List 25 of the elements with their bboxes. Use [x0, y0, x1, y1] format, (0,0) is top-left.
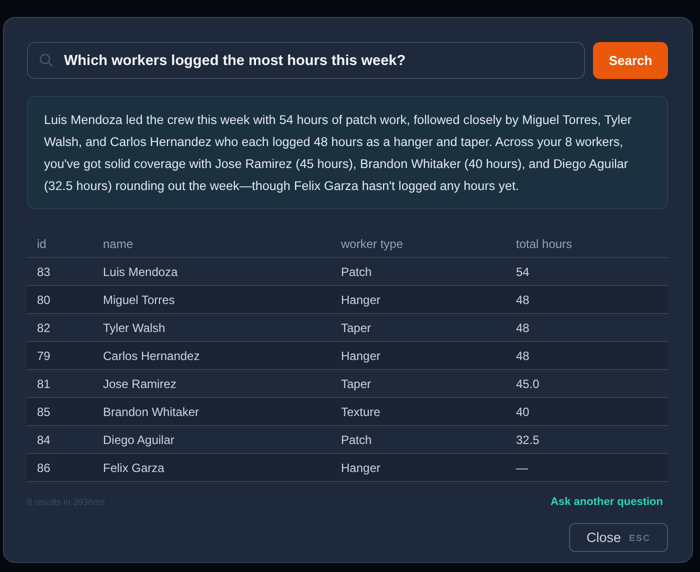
- table-cell: Hanger: [331, 454, 506, 482]
- table-cell: Texture: [331, 398, 506, 426]
- column-header: total hours: [506, 229, 668, 258]
- table-cell: Carlos Hernandez: [93, 342, 331, 370]
- table-cell: 48: [506, 342, 668, 370]
- answer-text: Luis Mendoza led the crew this week with 54 hours of patch work, followed closely by Miguel Torres, Tyler Walsh, and Carlos Hernandez who each logged 48 hours as a hanger and taper. Across your 8 workers, you've got solid coverage with Jose Ramirez (45 hours), Brandon Whitaker (40 hours), and Diego Aguilar (32.5 hours) rounding out the week—though Felix Garza hasn't logged any hours yet.: [44, 112, 633, 195]
- column-header: name: [93, 229, 331, 258]
- table-cell: 79: [27, 342, 93, 370]
- close-button[interactable]: Close ESC: [569, 523, 668, 552]
- table-cell: —: [506, 454, 668, 482]
- search-button[interactable]: Search: [593, 42, 668, 79]
- search-field[interactable]: Which workers logged the most hours this week?: [27, 42, 585, 79]
- table-cell: 80: [27, 286, 93, 314]
- table-cell: 86: [27, 454, 93, 482]
- ask-another-link[interactable]: Ask another question: [550, 496, 663, 508]
- table-cell: 85: [27, 398, 93, 426]
- table-cell: Hanger: [331, 286, 506, 314]
- column-header: worker type: [331, 229, 506, 258]
- table-cell: 40: [506, 398, 668, 426]
- table-cell: Miguel Torres: [93, 286, 331, 314]
- table-cell: Hanger: [331, 342, 506, 370]
- table-cell: 48: [506, 286, 668, 314]
- column-header: id: [27, 229, 93, 258]
- table-cell: Felix Garza: [93, 454, 331, 482]
- table-cell: Brandon Whitaker: [93, 398, 331, 426]
